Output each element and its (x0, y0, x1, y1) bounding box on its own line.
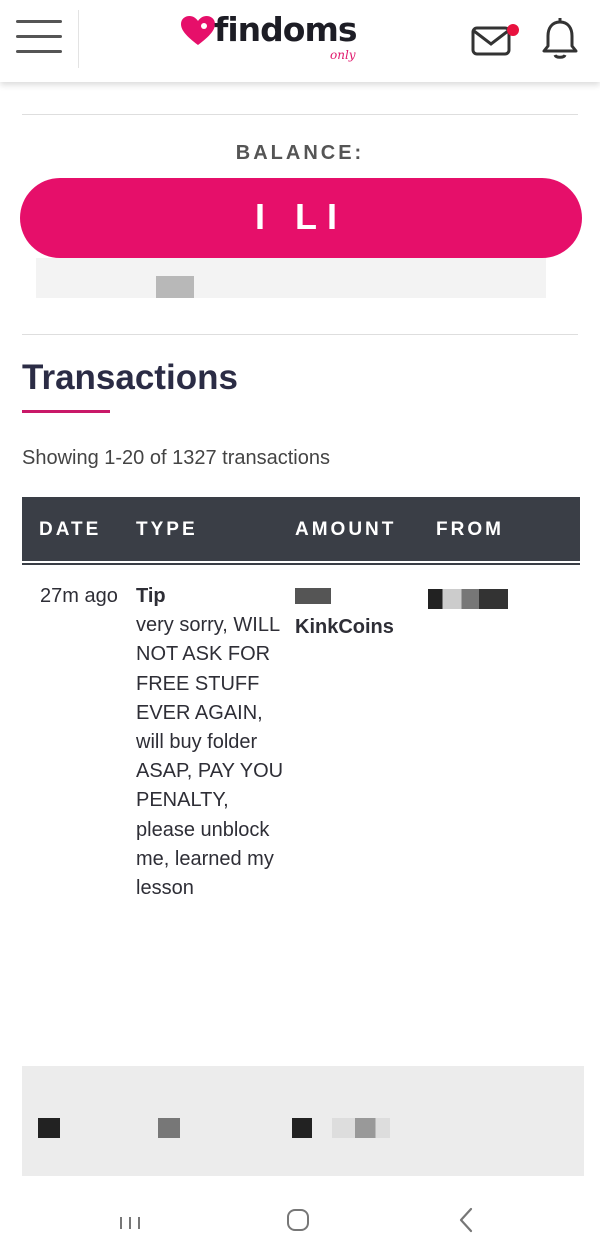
redacted-block (156, 276, 194, 298)
transaction-type-label: Tip (136, 585, 166, 607)
heart-logo-icon (181, 16, 215, 45)
table-header: DATE TYPE AMOUNT FROM (22, 497, 580, 561)
transactions-heading: Transactions (22, 358, 238, 397)
mail-icon[interactable] (470, 20, 520, 60)
logo-wordmark: findoms (214, 10, 357, 49)
transaction-amount: KinkCoins (295, 582, 435, 642)
table-row (22, 1066, 584, 1176)
hamburger-menu-icon[interactable] (16, 20, 62, 58)
redacted-block (292, 1118, 312, 1138)
bell-icon[interactable] (540, 16, 580, 62)
transactions-count: Showing 1-20 of 1327 transactions (22, 447, 330, 469)
column-header-amount[interactable]: AMOUNT (295, 519, 396, 541)
balance-label: BALANCE: (235, 142, 365, 164)
section-divider (22, 334, 578, 335)
heading-underline (22, 410, 110, 413)
column-header-type[interactable]: TYPE (136, 519, 198, 541)
notification-dot (507, 24, 519, 36)
findoms-logo[interactable]: findoms only (180, 10, 380, 68)
balance-pill: I LI (20, 178, 582, 258)
android-recents-icon[interactable] (118, 1216, 142, 1230)
android-home-icon[interactable] (286, 1208, 310, 1232)
redacted-sender (428, 589, 508, 609)
redacted-block (38, 1118, 60, 1138)
redacted-block (332, 1118, 390, 1138)
section-divider (22, 114, 578, 115)
transaction-date: 27m ago (40, 585, 118, 607)
column-header-date[interactable]: DATE (39, 519, 101, 541)
column-header-from[interactable]: FROM (436, 519, 504, 541)
logo-subtext: only (330, 48, 356, 62)
redacted-block (158, 1118, 180, 1138)
table-row: 27m ago Tip very sorry, WILL NOT ASK FOR… (22, 566, 580, 1066)
redacted-amount (295, 588, 331, 604)
android-back-icon[interactable] (456, 1206, 476, 1234)
transaction-message: very sorry, WILL NOT ASK FOR FREE STUFF … (136, 614, 284, 900)
amount-unit: KinkCoins (295, 616, 394, 639)
transaction-type: Tip very sorry, WILL NOT ASK FOR FREE ST… (136, 582, 286, 903)
header-divider (78, 10, 79, 68)
balance-value: I LI (255, 196, 347, 237)
table-header-underline (22, 563, 580, 565)
top-app-bar: findoms only (0, 0, 600, 82)
redacted-area (36, 258, 546, 298)
system-navigation-bar (0, 1184, 600, 1254)
